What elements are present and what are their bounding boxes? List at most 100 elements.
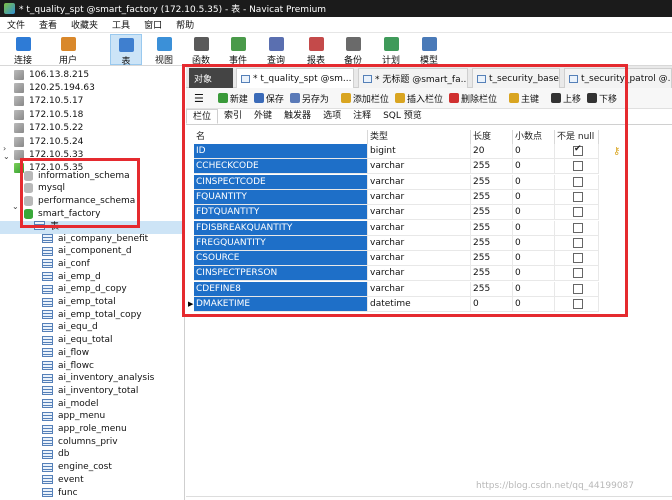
field-type-cell[interactable]: varchar	[368, 281, 471, 297]
field-row[interactable]: FREGQUANTITY varchar 255 0	[186, 235, 616, 251]
field-row[interactable]: CCHECKCODE varchar 255 0	[186, 159, 616, 175]
field-row[interactable]: DMAKETIME datetime 0 0 ▶	[186, 297, 616, 312]
subtab-3[interactable]: 触发器	[278, 109, 317, 124]
not-null-checkbox[interactable]	[573, 253, 583, 264]
not-null-checkbox[interactable]	[573, 144, 583, 156]
field-type-cell[interactable]: varchar	[368, 174, 471, 190]
not-null-checkbox[interactable]	[573, 191, 583, 202]
not-null-checkbox[interactable]	[573, 207, 583, 218]
field-type-cell[interactable]: bigint	[368, 144, 471, 159]
editor-primary-key-button[interactable]: 主键	[508, 92, 539, 105]
field-row[interactable]: FDISBREAKQUANTITY varchar 255 0	[186, 220, 616, 236]
field-length-cell[interactable]: 255	[471, 189, 513, 205]
field-length-cell[interactable]: 255	[471, 235, 513, 251]
toolbar-backup-button[interactable]: 备份	[338, 34, 368, 66]
field-length-cell[interactable]: 20	[471, 144, 513, 159]
server-172-10-5-22[interactable]: 172.10.5.22	[14, 122, 83, 135]
field-decimals-cell[interactable]: 0	[513, 205, 555, 221]
collapse-arrow-icon[interactable]: ⌄	[3, 152, 10, 161]
subtab-0[interactable]: 栏位	[186, 109, 219, 124]
toolbar-event-button[interactable]: 事件	[222, 34, 254, 66]
toolbar-function-button[interactable]: 函数	[186, 34, 216, 66]
database-performance-schema[interactable]: performance_schema	[24, 194, 135, 207]
table-columns-priv[interactable]: columns_priv	[42, 435, 118, 448]
field-decimals-cell[interactable]: 0	[513, 281, 555, 297]
table-ai-equ-d[interactable]: ai_equ_d	[42, 321, 98, 334]
menu-favorites[interactable]: 收藏夹	[64, 18, 105, 31]
not-null-checkbox[interactable]	[573, 222, 583, 233]
field-type-cell[interactable]: varchar	[368, 189, 471, 205]
subtab-5[interactable]: 注释	[347, 109, 377, 124]
fields-grid[interactable]: 名类型长度小数点不是 nullIDbigint200⚷CCHECKCODEvar…	[186, 125, 672, 500]
field-name-cell[interactable]: CINSPECTPERSON	[194, 266, 368, 282]
field-name-cell[interactable]: FREGQUANTITY	[194, 235, 368, 251]
not-null-checkbox[interactable]	[573, 283, 583, 294]
field-decimals-cell[interactable]: 0	[513, 159, 555, 175]
editor-tab-1[interactable]: * t_quality_spt @sm...	[236, 68, 354, 88]
column-header-decimals[interactable]: 小数点	[513, 130, 555, 144]
field-name-cell[interactable]: CINSPECTCODE	[194, 174, 368, 190]
server-172-10-5-18[interactable]: 172.10.5.18	[14, 108, 83, 121]
table-ai-inventory-analysis[interactable]: ai_inventory_analysis	[42, 372, 154, 385]
table-db[interactable]: db	[42, 448, 69, 461]
field-length-cell[interactable]: 255	[471, 251, 513, 267]
field-decimals-cell[interactable]: 0	[513, 144, 555, 159]
field-decimals-cell[interactable]: 0	[513, 174, 555, 190]
field-name-cell[interactable]: CSOURCE	[194, 251, 368, 267]
server-172-10-5-24[interactable]: 172.10.5.24	[14, 135, 83, 148]
column-header-not-null[interactable]: 不是 null	[555, 130, 599, 144]
field-length-cell[interactable]: 255	[471, 281, 513, 297]
table-event[interactable]: event	[42, 473, 84, 486]
field-name-cell[interactable]: FQUANTITY	[194, 189, 368, 205]
server-106-13-8-215[interactable]: 106.13.8.215	[14, 68, 89, 81]
field-type-cell[interactable]: varchar	[368, 205, 471, 221]
field-name-cell[interactable]: ID	[194, 144, 368, 159]
editor-tab-4[interactable]: t_security_patrol @...	[564, 68, 672, 88]
table-ai-flow[interactable]: ai_flow	[42, 346, 89, 359]
field-row[interactable]: CINSPECTCODE varchar 255 0	[186, 174, 616, 190]
field-decimals-cell[interactable]: 0	[513, 266, 555, 282]
table-engine-cost[interactable]: engine_cost	[42, 461, 112, 474]
menu-window[interactable]: 窗口	[137, 18, 169, 31]
field-length-cell[interactable]: 255	[471, 205, 513, 221]
column-header-length[interactable]: 长度	[471, 130, 513, 144]
editor-save-as-button[interactable]: 另存为	[289, 92, 329, 105]
field-name-cell[interactable]: CDEFINE8	[194, 281, 368, 297]
table-ai-equ-total[interactable]: ai_equ_total	[42, 334, 113, 347]
field-decimals-cell[interactable]: 0	[513, 297, 555, 312]
field-type-cell[interactable]: varchar	[368, 235, 471, 251]
toolbar-table-button[interactable]: 表	[110, 34, 142, 67]
editor-tab-0[interactable]: 对象	[189, 68, 233, 88]
field-length-cell[interactable]: 255	[471, 266, 513, 282]
not-null-checkbox[interactable]	[573, 268, 583, 279]
field-length-cell[interactable]: 255	[471, 159, 513, 175]
subtab-2[interactable]: 外键	[248, 109, 278, 124]
field-name-cell[interactable]: DMAKETIME	[194, 297, 368, 312]
field-row[interactable]: CINSPECTPERSON varchar 255 0	[186, 266, 616, 282]
menu-file[interactable]: 文件	[0, 18, 32, 31]
subtab-1[interactable]: 索引	[218, 109, 248, 124]
not-null-checkbox[interactable]	[573, 237, 583, 248]
not-null-checkbox[interactable]	[573, 161, 583, 172]
table-ai-emp-total[interactable]: ai_emp_total	[42, 296, 116, 309]
editor-add-column-button[interactable]: 添加栏位	[340, 92, 389, 105]
field-row[interactable]: FQUANTITY varchar 255 0	[186, 189, 616, 205]
editor-tab-2[interactable]: * 无标题 @smart_fa...	[358, 68, 468, 88]
field-name-cell[interactable]: FDTQUANTITY	[194, 205, 368, 221]
editor-insert-column-button[interactable]: 插入栏位	[394, 92, 443, 105]
server-172-10-5-33[interactable]: 172.10.5.33	[14, 148, 83, 161]
toolbar-schedule-button[interactable]: 计划	[375, 34, 407, 66]
server-172-10-5-17[interactable]: 172.10.5.17	[14, 95, 83, 108]
table-ai-emp-d-copy[interactable]: ai_emp_d_copy	[42, 283, 127, 296]
editor-delete-column-button[interactable]: 删除栏位	[448, 92, 497, 105]
not-null-checkbox[interactable]	[573, 176, 583, 187]
table-ai-component-d[interactable]: ai_component_d	[42, 245, 132, 258]
table-ai-model[interactable]: ai_model	[42, 397, 99, 410]
subtab-6[interactable]: SQL 预览	[377, 109, 428, 124]
editor-move-down-button[interactable]: 下移	[587, 92, 617, 105]
column-header-type[interactable]: 类型	[368, 130, 471, 144]
field-row[interactable]: FDTQUANTITY varchar 255 0	[186, 205, 616, 221]
hamburger-menu-icon[interactable]: ☰	[194, 92, 204, 105]
field-decimals-cell[interactable]: 0	[513, 235, 555, 251]
field-decimals-cell[interactable]: 0	[513, 189, 555, 205]
